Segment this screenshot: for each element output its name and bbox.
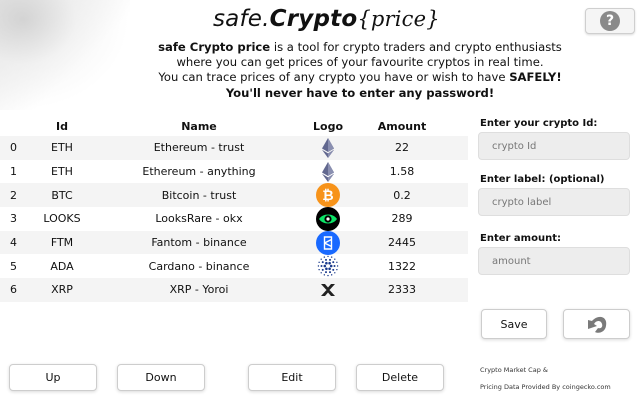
eth-icon [322,137,334,158]
intro-line-4: You'll never have to enter any password! [225,85,495,100]
ada-icon [317,255,339,277]
row-index: 1 [10,165,17,179]
crypto-label-input[interactable] [478,188,630,216]
row-amount: 1.58 [389,165,415,179]
row-id: ADA [50,259,74,273]
undo-arrow-icon [587,316,606,333]
table-row[interactable]: 0 ETH Ethereum - trust 22 [0,136,468,160]
header-id: Id [56,119,68,133]
row-name: XRP - Yoroi [169,283,229,297]
row-name: Ethereum - trust [153,141,245,155]
row-logo [304,159,352,185]
row-logo [304,206,352,232]
row-logo [304,230,352,256]
delete-button[interactable]: Delete [356,364,444,391]
row-amount: 22 [395,141,409,155]
row-logo: ₿ [304,182,352,208]
table-row[interactable]: 6 XRP XRP - Yoroi 2333 [0,278,468,302]
ftm-icon [316,230,340,255]
row-id: ETH [51,165,73,179]
svg-text:₿: ₿ [322,188,333,204]
intro-line-2: where you can get prices of your favouri… [176,55,544,70]
row-index: 4 [10,236,17,250]
title-part-crypto: Crypto [269,6,358,32]
amount-label: Enter amount: [480,233,561,244]
row-logo [304,135,352,161]
row-amount: 2333 [388,283,416,297]
row-index: 5 [10,259,17,273]
table-header: Id Name Logo Amount [0,116,468,136]
app-logo-title: safe.Crypto{price} [213,6,440,38]
intro-text: safe Crypto price is a tool for crypto t… [80,40,640,101]
header-name: Name [181,119,217,133]
row-index: 2 [10,188,17,202]
help-icon: ? [600,11,620,31]
row-logo [304,277,352,303]
looks-icon [316,206,340,231]
table-row[interactable]: 4 FTM Fantom - binance 2445 [0,230,468,256]
row-id: ETH [51,141,73,155]
crypto-id-label: Enter your crypto Id: [480,118,598,129]
amount-input[interactable] [478,247,630,275]
row-index: 3 [10,212,17,226]
row-name: Cardano - binance [148,259,250,273]
title-part-price: {price} [357,7,440,31]
row-id: BTC [51,188,73,202]
row-name: LooksRare - okx [155,212,243,226]
row-index: 6 [10,283,17,297]
table-row[interactable]: 2 BTC Bitcoin - trust ₿ 0.2 [0,182,468,208]
eth-icon [322,161,334,182]
row-index: 0 [10,141,17,155]
row-id: LOOKS [43,212,81,226]
row-amount: 289 [391,212,413,226]
crypto-label-label: Enter label: (optional) [480,174,605,185]
crypto-id-input[interactable] [478,132,630,160]
xrp-icon [321,283,335,296]
btc-icon: ₿ [316,183,340,208]
table-row[interactable]: 1 ETH Ethereum - anything 1.58 [0,160,468,184]
row-logo [304,253,352,279]
row-name: Ethereum - anything [142,165,256,179]
row-amount: 0.2 [393,188,411,202]
intro-line-1: safe Crypto price is a tool for crypto t… [158,40,562,54]
credits-text: Crypto Market Cap & Pricing Data Provide… [480,362,611,396]
row-id: FTM [50,236,74,250]
header-amount: Amount [377,119,427,133]
intro-line-3: You can trace prices of any crypto you h… [158,70,562,85]
credits-line-2: Pricing Data Provided By coingecko.com [480,383,611,391]
table-body: 0 ETH Ethereum - trust 22 1 ETH Ethereum… [0,136,468,302]
table-row[interactable]: 5 ADA Cardano - binance 1322 [0,254,468,278]
title-part-safe: safe. [213,6,270,32]
row-name: Bitcoin - trust [161,188,237,202]
table-row[interactable]: 3 LOOKS LooksRare - okx 289 [0,206,468,232]
credits-line-1: Crypto Market Cap & [480,366,548,374]
crypto-table: Id Name Logo Amount 0 ETH Ethereum - tru… [0,116,468,302]
reset-button[interactable] [563,309,630,339]
row-amount: 1322 [388,259,416,273]
help-button[interactable]: ? [585,8,635,34]
save-button[interactable]: Save [481,309,547,339]
move-down-button[interactable]: Down [117,364,205,391]
row-name: Fantom - binance [151,236,247,250]
row-id: XRP [51,283,73,297]
edit-button[interactable]: Edit [248,364,336,391]
row-amount: 2445 [388,236,416,250]
header-logo: Logo [313,119,343,133]
move-up-button[interactable]: Up [9,364,97,391]
